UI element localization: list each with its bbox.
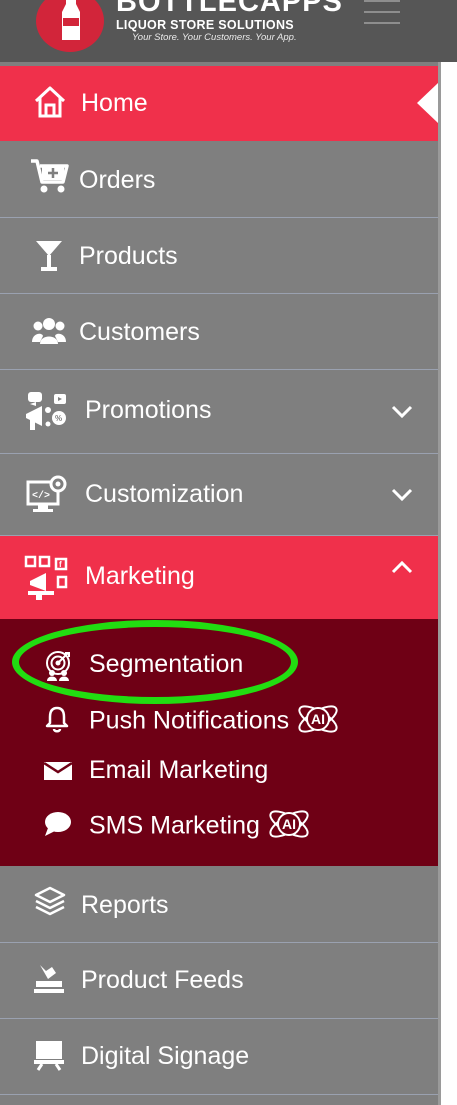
ai-badge-icon: AI (266, 804, 312, 844)
sidebar-item-reports[interactable]: Reports (0, 866, 438, 943)
hamburger-line (364, 22, 400, 24)
sidebar-item-orders[interactable]: Orders (0, 141, 438, 218)
chevron-down-icon[interactable] (390, 482, 414, 506)
cocktail-glass-icon (34, 238, 74, 278)
sidebar-edge (438, 62, 441, 1105)
sidebar-item-products[interactable]: Products (0, 218, 438, 294)
submenu-item-sms-marketing[interactable]: SMS Marketing AI (0, 801, 438, 853)
brand-name: BOTTLECAPPS (116, 0, 343, 18)
ai-badge-text: AI (311, 711, 325, 727)
sidebar-item-customization[interactable]: </> Customization (0, 454, 438, 536)
monitor-settings-icon: </> (26, 474, 67, 514)
submenu-item-label: Email Marketing (89, 756, 269, 784)
marketing-submenu: Segmentation Push Notifications AI Email… (0, 619, 438, 866)
megaphone-icon: % (24, 390, 66, 430)
users-icon (32, 316, 72, 356)
signage-icon (34, 1039, 74, 1079)
submenu-item-label: SMS Marketing AI (89, 807, 312, 847)
submenu-item-email-marketing[interactable]: Email Marketing (0, 749, 438, 801)
sidebar-item-label: Promotions (85, 396, 212, 424)
chat-bubble-icon (44, 811, 72, 839)
bell-icon (44, 705, 72, 733)
cart-icon (30, 158, 70, 198)
hamburger-line (364, 0, 400, 2)
hamburger-line (364, 11, 400, 13)
brand-subtitle: LIQUOR STORE SOLUTIONS (116, 18, 294, 32)
submenu-item-label: Push Notifications AI (89, 702, 341, 742)
sidebar-item-label: Marketing (85, 562, 195, 590)
sidebar-item-label: Reports (81, 891, 169, 919)
home-icon (32, 84, 72, 124)
sidebar-item-home[interactable]: Home (0, 66, 438, 141)
sidebar-item-promotions[interactable]: % Promotions (0, 370, 438, 454)
envelope-icon (43, 760, 73, 788)
hamburger-menu-button[interactable] (364, 0, 402, 26)
brand-logo-badge[interactable] (36, 0, 104, 52)
sidebar-item-label: Products (79, 242, 178, 270)
sidebar-item-label: Product Feeds (81, 966, 244, 994)
sidebar-item-customers[interactable]: Customers (0, 294, 438, 370)
chevron-up-icon[interactable] (390, 556, 414, 580)
bottle-cap-icon (62, 0, 80, 40)
sidebar-item-label: Customization (85, 480, 244, 508)
submenu-item-segmentation[interactable]: Segmentation (0, 639, 438, 691)
sidebar-item-label: Digital Signage (81, 1042, 250, 1070)
sidebar-item-marketing[interactable]: f Marketing (0, 536, 438, 619)
chevron-down-icon[interactable] (390, 399, 414, 423)
layers-icon (34, 886, 74, 926)
sidebar-item-label: Customers (79, 318, 200, 346)
active-indicator-arrow (417, 83, 438, 123)
svg-text:</>: </> (32, 490, 50, 502)
svg-text:%: % (55, 414, 62, 423)
target-users-icon (44, 651, 72, 681)
sidebar-item-digital-signage[interactable]: Digital Signage (0, 1019, 438, 1095)
marketing-icon: f (24, 555, 68, 600)
brand-logo-text: BOTTLECAPPS LIQUOR STORE SOLUTIONS Your … (116, 0, 343, 44)
top-header: BOTTLECAPPS LIQUOR STORE SOLUTIONS Your … (0, 0, 457, 62)
submenu-item-text: SMS Marketing (89, 811, 260, 840)
ai-badge-text: AI (282, 816, 296, 832)
ai-badge-icon: AI (295, 699, 341, 739)
svg-text:f: f (59, 560, 62, 569)
submenu-item-push-notifications[interactable]: Push Notifications AI (0, 696, 438, 748)
app-page: BOTTLECAPPS LIQUOR STORE SOLUTIONS Your … (0, 0, 457, 1105)
sidebar-item-label: Orders (79, 166, 156, 194)
sidebar-item-label: Home (81, 89, 148, 117)
submenu-item-text: Push Notifications (89, 706, 290, 735)
feed-icon (34, 963, 74, 1003)
brand-tagline: Your Store. Your Customers. Your App. (132, 32, 297, 43)
sidebar-item-product-feeds[interactable]: Product Feeds (0, 943, 438, 1019)
submenu-item-label: Segmentation (89, 650, 244, 678)
